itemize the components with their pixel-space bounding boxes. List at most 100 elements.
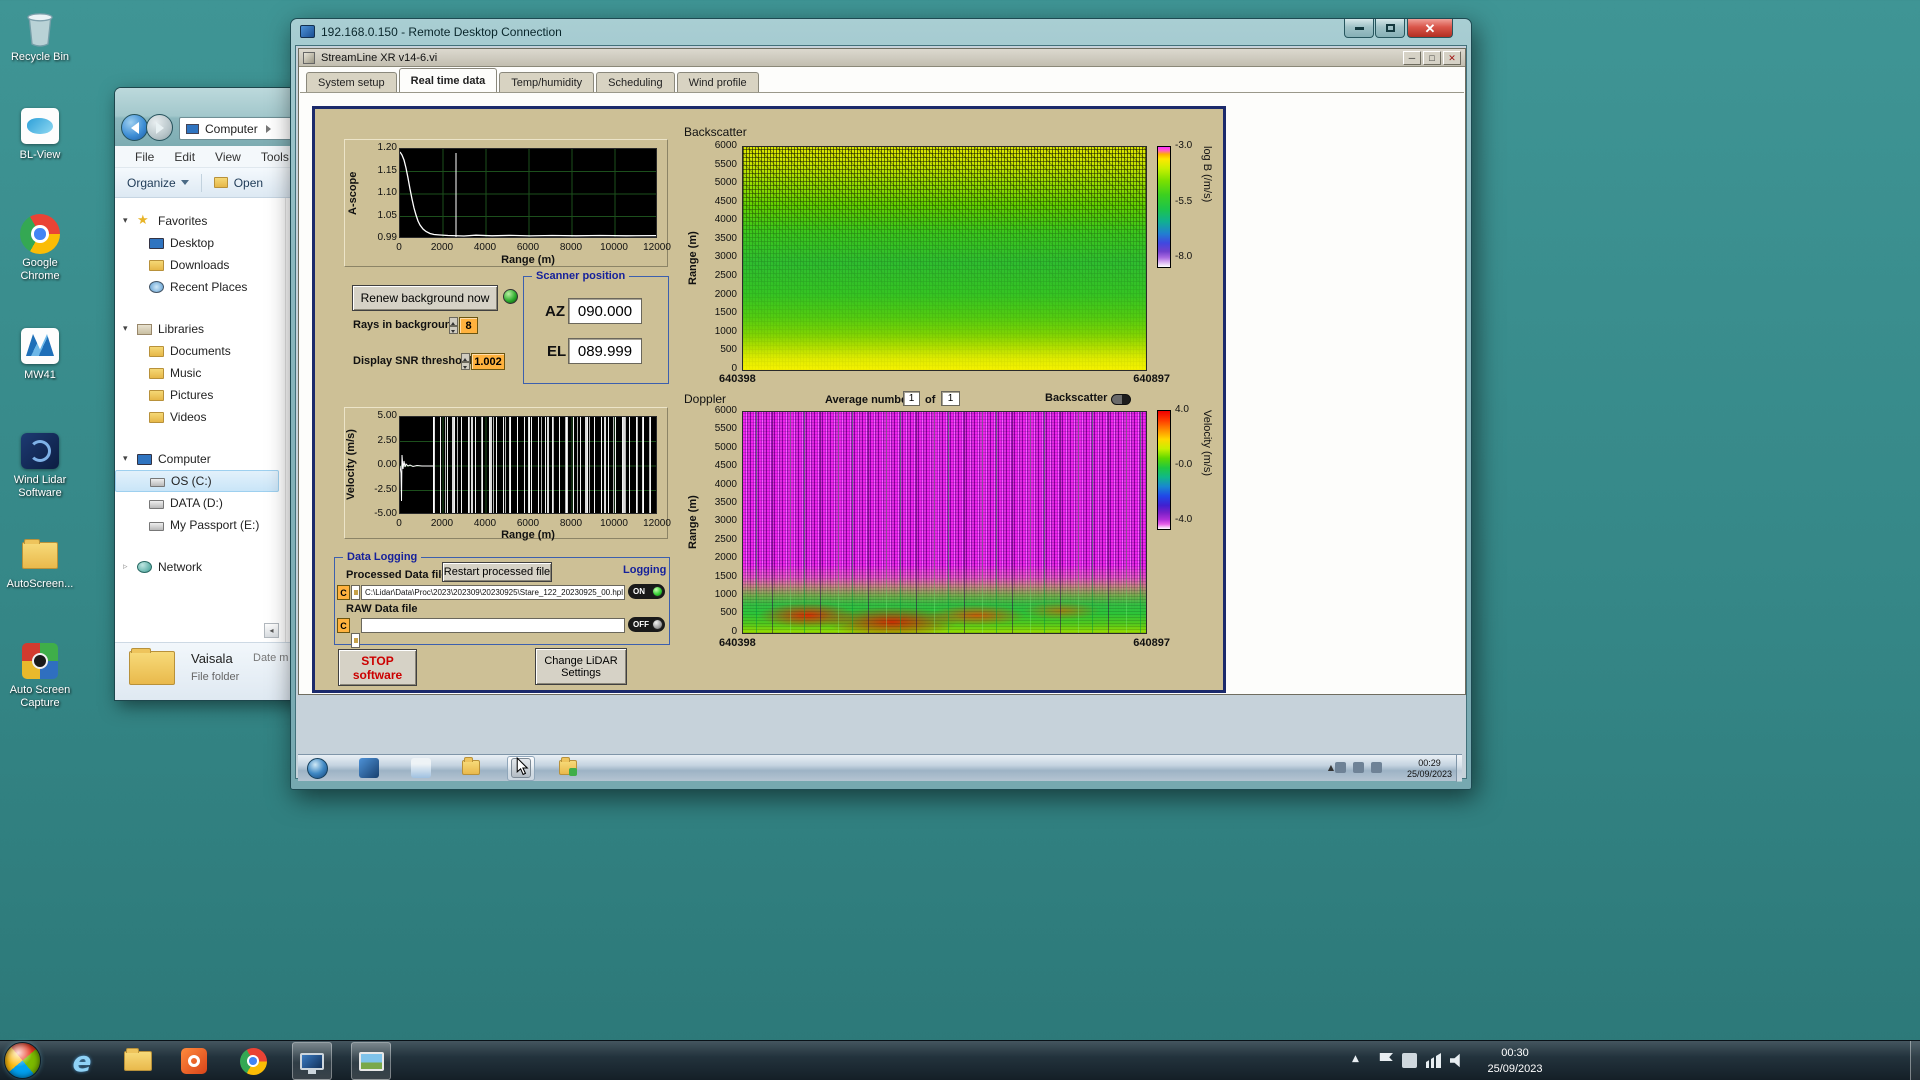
stop-software-button[interactable]: STOPsoftware [338, 649, 417, 686]
sidebar-item-favorites[interactable]: ▾★Favorites [115, 210, 285, 232]
menu-edit[interactable]: Edit [164, 150, 205, 164]
forward-button[interactable] [146, 114, 173, 141]
desktop-icon-mw41[interactable]: MW41 [4, 326, 76, 382]
drive-letter-box[interactable]: C [337, 618, 350, 633]
tab-system-setup[interactable]: System setup [306, 72, 397, 92]
sidebar-item-downloads[interactable]: Downloads [115, 254, 285, 276]
sidebar-item-my-passport-e[interactable]: My Passport (E:) [115, 514, 285, 536]
taskbar-icon-chrome[interactable] [237, 1045, 269, 1077]
taskbar-icon-explorer[interactable] [122, 1045, 154, 1077]
sidebar-item-os-c[interactable]: OS (C:) [115, 470, 279, 492]
average-number-label: Average number [825, 394, 911, 406]
browse-path-button[interactable] [351, 633, 360, 648]
raw-path-field[interactable] [361, 618, 625, 633]
average-number-field[interactable]: 1 [903, 391, 920, 406]
network-icon[interactable] [1426, 1053, 1441, 1068]
volume-icon[interactable] [1450, 1053, 1465, 1068]
backscatter-toggle[interactable] [1111, 394, 1131, 405]
sidebar-item-videos[interactable]: Videos [115, 406, 285, 428]
sidebar-item-recent-places[interactable]: Recent Places [115, 276, 285, 298]
drive-letter-box[interactable]: C [337, 585, 350, 600]
expander-icon[interactable]: ▾ [123, 324, 137, 334]
scroll-left-button[interactable]: ◂ [264, 623, 279, 638]
remote-tray-expand-icon[interactable]: ▲ [1328, 763, 1334, 772]
sidebar-item-network[interactable]: ▹Network [115, 556, 285, 578]
vi-maximize-button[interactable]: □ [1423, 51, 1441, 65]
remote-taskbar-icon-3[interactable] [461, 758, 481, 778]
vi-titlebar[interactable]: StreamLine XR v14-6.vi ─ □ ✕ [299, 49, 1465, 67]
rdp-titlebar[interactable]: 192.168.0.150 - Remote Desktop Connectio… [291, 19, 1471, 45]
raw-logging-toggle[interactable]: OFF [628, 617, 665, 632]
rays-value-field[interactable]: 8 [459, 317, 478, 334]
change-lidar-settings-button[interactable]: Change LiDARSettings [535, 648, 627, 685]
sidebar-item-pictures[interactable]: Pictures [115, 384, 285, 406]
back-button[interactable] [121, 114, 148, 141]
tab-temp-humidity[interactable]: Temp/humidity [499, 72, 594, 92]
desktop-icon-autoscreen-folder[interactable]: AutoScreen... [4, 535, 76, 591]
tray-icon[interactable] [1402, 1053, 1417, 1068]
vi-minimize-button[interactable]: ─ [1403, 51, 1421, 65]
renew-background-button[interactable]: Renew background now [352, 285, 498, 311]
sidebar-item-documents[interactable]: Documents [115, 340, 285, 362]
processed-logging-toggle[interactable]: ON [628, 584, 665, 599]
start-button[interactable] [4, 1042, 41, 1079]
menu-file[interactable]: File [125, 150, 164, 164]
navigation-pane: ▾★Favorites Desktop Downloads Recent Pla… [115, 198, 285, 642]
open-button[interactable]: Open [234, 176, 263, 190]
remote-start-button[interactable] [307, 758, 328, 779]
expander-icon[interactable]: ▹ [123, 562, 137, 572]
taskbar-icon-remote-desktop[interactable] [292, 1042, 332, 1080]
restart-processed-file-button[interactable]: Restart processed file [442, 562, 552, 582]
desktop-icon-wind-lidar[interactable]: Wind Lidar Software [4, 431, 76, 500]
sidebar-item-desktop[interactable]: Desktop [115, 232, 285, 254]
show-desktop-button[interactable] [1910, 1041, 1920, 1080]
sidebar-item-data-d[interactable]: DATA (D:) [115, 492, 285, 514]
ascope-xlabel: Range (m) [399, 254, 657, 266]
remote-taskbar: ▲ 00:29 25/09/2023 [298, 754, 1462, 781]
tab-wind-profile[interactable]: Wind profile [677, 72, 759, 92]
vi-close-button[interactable]: ✕ [1443, 51, 1461, 65]
remote-taskbar-icon-1[interactable] [359, 758, 379, 778]
close-button[interactable]: ✕ [1407, 19, 1453, 38]
desktop-icon-google-chrome[interactable]: Google Chrome [4, 214, 76, 283]
desktop-icon-auto-screen-capture[interactable]: Auto Screen Capture [4, 641, 76, 710]
clock[interactable]: 00:30 25/09/2023 [1478, 1045, 1552, 1077]
open-icon [214, 177, 228, 188]
remote-tray-icons[interactable] [1335, 762, 1382, 773]
browse-path-button[interactable] [351, 585, 360, 600]
expander-icon[interactable]: ▾ [123, 216, 137, 226]
rays-stepper[interactable] [449, 317, 458, 334]
tab-real-time-data[interactable]: Real time data [399, 68, 498, 92]
remote-clock[interactable]: 00:29 25/09/2023 [1407, 758, 1452, 780]
average-total-field[interactable]: 1 [941, 391, 960, 406]
maximize-button[interactable] [1375, 19, 1405, 38]
tray-expand-icon[interactable]: ▲ [1352, 1054, 1359, 1064]
remote-taskbar-icon-5[interactable] [558, 758, 578, 778]
breadcrumb-item[interactable]: Computer [205, 122, 258, 136]
expander-icon[interactable]: ▾ [123, 454, 137, 464]
minimize-button[interactable] [1344, 19, 1374, 38]
taskbar-icon-internet-explorer[interactable]: e [66, 1045, 98, 1077]
az-value-field[interactable]: 090.000 [568, 298, 642, 324]
desktop-icon-bl-view[interactable]: BL-View [4, 106, 76, 162]
snr-value-field[interactable]: 1.002 [471, 353, 505, 370]
snr-stepper[interactable] [461, 353, 470, 370]
vi-app-icon [303, 52, 315, 64]
doppler-title: Doppler [684, 392, 726, 406]
sidebar-item-music[interactable]: Music [115, 362, 285, 384]
sidebar-item-computer[interactable]: ▾Computer [115, 448, 285, 470]
tab-scheduling[interactable]: Scheduling [596, 72, 674, 92]
processed-path-field[interactable]: C:\Lidar\Data\Proc\2023\202309\20230925\… [361, 585, 625, 600]
taskbar-icon-photo-viewer[interactable] [351, 1042, 391, 1080]
renew-led-indicator [503, 289, 518, 304]
organize-button[interactable]: Organize [127, 176, 176, 190]
doppler-colorbar [1157, 410, 1171, 530]
el-value-field[interactable]: 089.999 [568, 338, 642, 364]
menu-view[interactable]: View [205, 150, 251, 164]
remote-show-desktop-button[interactable] [1456, 755, 1462, 782]
sidebar-item-libraries[interactable]: ▾Libraries [115, 318, 285, 340]
action-center-icon[interactable] [1378, 1053, 1393, 1068]
taskbar-icon-media-player[interactable] [178, 1045, 210, 1077]
remote-taskbar-icon-2[interactable] [411, 758, 431, 778]
desktop-icon-recycle-bin[interactable]: Recycle Bin [4, 8, 76, 64]
